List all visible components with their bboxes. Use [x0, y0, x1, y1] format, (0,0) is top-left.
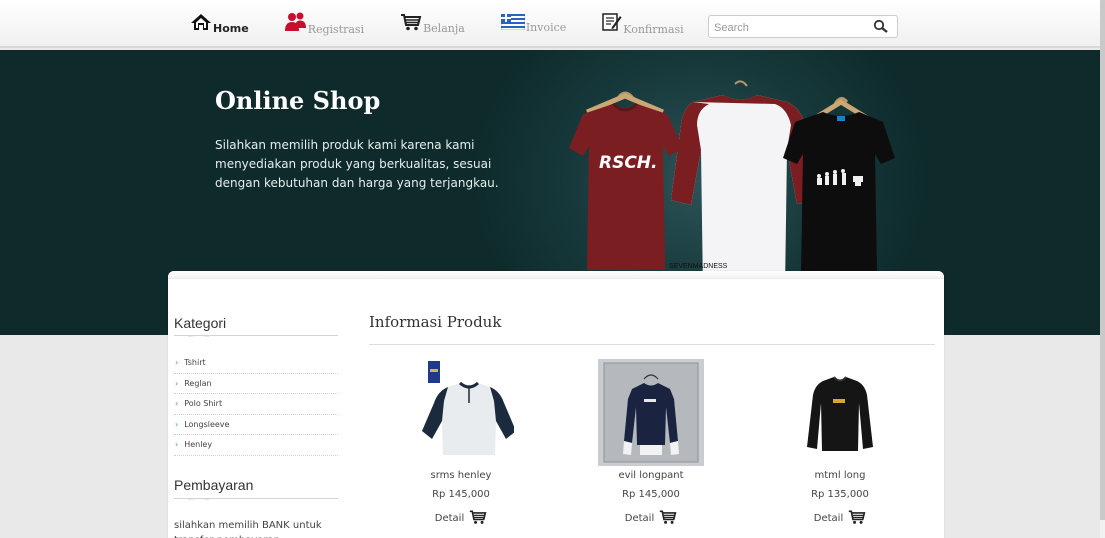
product-card: mtml long Rp 135,000 Detail [775, 359, 905, 528]
pembayaran-text: silahkan memilih BANK untuk transfer pem… [174, 520, 322, 538]
pembayaran-divider-notch [188, 498, 210, 503]
nav-konfirmasi-label: Konfirmasi [623, 23, 684, 36]
nav-invoice[interactable]: Invoice [500, 13, 567, 34]
product-card: srms henley Rp 145,000 Detail [396, 359, 526, 528]
product-price: Rp 135,000 [811, 489, 869, 500]
product-price: Rp 145,000 [622, 489, 680, 500]
bullet-icon: › [175, 419, 179, 429]
nav-belanja-label: Belanja [423, 22, 465, 35]
search-box [708, 15, 898, 39]
category-item-reglan[interactable]: › Reglan [174, 374, 338, 394]
pembayaran-title: Pembayaran [174, 477, 254, 493]
scrollbar-thumb[interactable] [1100, 0, 1105, 520]
bullet-icon: › [175, 358, 179, 368]
product-detail-button[interactable]: Detail [775, 509, 905, 528]
detail-label: Detail [624, 513, 655, 524]
search-input[interactable] [709, 17, 869, 39]
cart-icon [659, 509, 677, 528]
edit-icon [602, 12, 622, 36]
product-image[interactable] [787, 359, 893, 466]
cart-icon [400, 13, 422, 35]
product-price: Rp 145,000 [432, 489, 490, 500]
category-item-henley[interactable]: › Henley [174, 435, 338, 456]
cart-icon [848, 509, 866, 528]
nav-invoice-label: Invoice [525, 21, 567, 34]
main-title: Informasi Produk [369, 313, 502, 331]
nav-konfirmasi[interactable]: Konfirmasi [602, 12, 684, 36]
kategori-divider-notch [188, 335, 210, 340]
bullet-icon: › [175, 440, 179, 450]
product-name: mtml long [814, 470, 866, 481]
shirt-print-text: RSCH. [599, 153, 658, 173]
kategori-title: Kategori [174, 315, 227, 331]
product-card: evil longpant Rp 145,000 Detail [586, 359, 716, 528]
product-image[interactable] [408, 359, 516, 466]
page-scrollbar[interactable] [1100, 0, 1105, 538]
category-label: Reglan [184, 378, 212, 388]
category-item-polo-shirt[interactable]: › Polo Shirt [174, 394, 338, 415]
product-name: srms henley [430, 470, 492, 481]
nav-registrasi-label: Registrasi [307, 23, 365, 36]
banner-text: Silahkan memilih produk kami karena kami… [215, 138, 499, 190]
detail-label: Detail [434, 513, 465, 524]
category-list: › Tshirt › Reglan › Polo Shirt › Longsleeve … [174, 353, 338, 456]
flag-icon [500, 13, 526, 34]
category-label: Longsleeve [184, 419, 230, 429]
main-nav: Home Registrasi Belanja Invoice Konfirma… [190, 12, 720, 36]
bullet-icon: › [175, 399, 179, 409]
home-icon [190, 13, 212, 35]
product-name: evil longpant [618, 470, 684, 481]
main-title-divider [369, 344, 935, 345]
product-detail-button[interactable]: Detail [586, 509, 716, 528]
nav-belanja[interactable]: Belanja [400, 13, 465, 35]
shirt-label-text: SEVENMADNESS [669, 263, 728, 270]
content-panel: Kategori › Tshirt › Reglan › Polo Shirt › Lo… [168, 271, 944, 538]
product-detail-button[interactable]: Detail [396, 509, 526, 528]
category-item-longsleeve[interactable]: › Longsleeve [174, 415, 338, 435]
banner-shirts-image: RSCH. SEVENMADNESS [569, 80, 895, 292]
category-label: Polo Shirt [184, 399, 223, 409]
product-image[interactable] [598, 359, 704, 466]
category-item-tshirt[interactable]: › Tshirt [174, 353, 338, 374]
nav-home-label: Home [213, 22, 249, 35]
detail-label: Detail [813, 513, 844, 524]
category-label: Henley [184, 440, 213, 450]
nav-registrasi[interactable]: Registrasi [284, 12, 365, 36]
bullet-icon: › [175, 378, 179, 388]
top-navbar: Home Registrasi Belanja Invoice Konfirma… [0, 0, 1100, 48]
panel-top-edge [168, 271, 944, 279]
users-icon [284, 12, 307, 36]
cart-icon [469, 509, 487, 528]
banner-title: Online Shop [215, 86, 381, 115]
search-icon[interactable] [873, 19, 889, 39]
nav-home[interactable]: Home [190, 13, 249, 35]
category-label: Tshirt [184, 358, 206, 368]
